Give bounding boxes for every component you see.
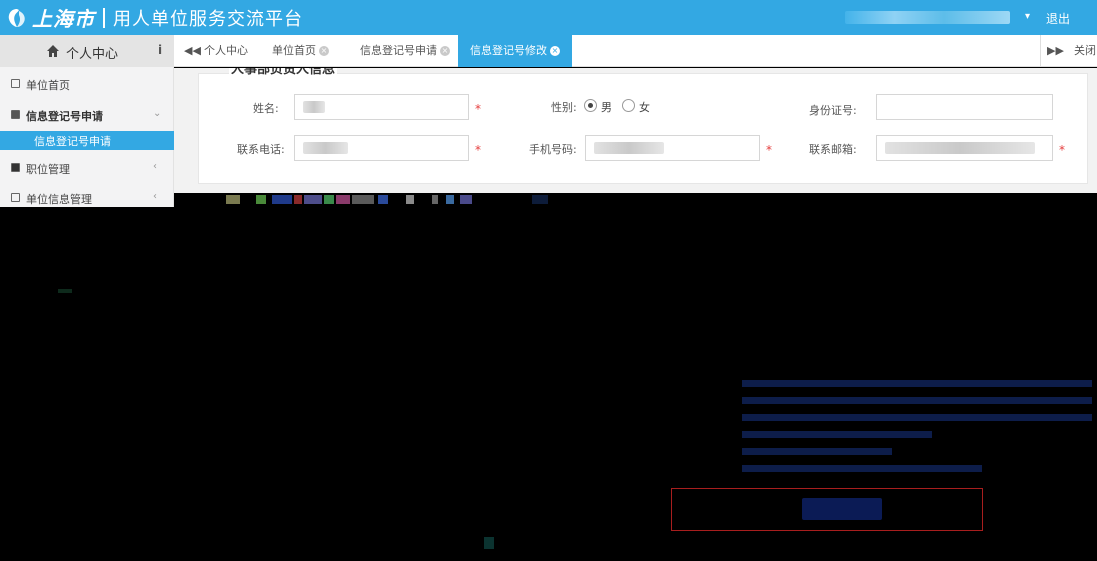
tab-info-reg-modify[interactable]: 信息登记号修改 × xyxy=(458,35,572,67)
list-item xyxy=(742,392,1097,409)
obscured-content-area xyxy=(0,207,1097,561)
gender-female-radio[interactable] xyxy=(622,99,635,112)
phone-label: 联系电话: xyxy=(237,143,285,156)
gender-label: 性别: xyxy=(551,101,577,114)
mobile-value-blurred xyxy=(594,142,664,154)
list-item xyxy=(742,460,1097,477)
phone-value-blurred xyxy=(303,142,348,154)
phone-field[interactable] xyxy=(294,135,469,161)
required-mark: * xyxy=(1059,143,1065,157)
sidebar-item-label: 职位管理 xyxy=(26,163,70,176)
id-number-label: 身份证号: xyxy=(809,104,857,117)
sidebar-item-label: 信息登记号申请 xyxy=(26,110,103,123)
sidebar-item-label: 单位首页 xyxy=(26,79,70,92)
name-value-blurred xyxy=(303,101,325,113)
tab-personal-center[interactable]: 个人中心 xyxy=(204,35,248,67)
required-mark: * xyxy=(475,102,481,116)
list-item xyxy=(742,409,1097,426)
top-header: 上海市 用人单位服务交流平台 ▾ 退出 xyxy=(0,0,1097,35)
tab-bar: 个人中心 i ◀◀ 个人中心 单位首页 × 信息登记号申请 × 信息登记号修改 × ▶… xyxy=(0,35,1097,67)
obscured-upload-hint xyxy=(729,344,733,357)
sidebar-subitem-label: 信息登记号申请 xyxy=(34,135,111,148)
gender-female-label: 女 xyxy=(639,101,650,114)
close-all-tabs-button[interactable]: 关闭 xyxy=(1074,35,1096,67)
tab-info-reg-apply[interactable]: 信息登记号申请 × xyxy=(360,35,450,67)
chevron-left-icon: ‹ xyxy=(153,191,157,202)
tab-close-icon[interactable]: × xyxy=(440,46,450,56)
gender-male-label: 男 xyxy=(601,101,612,114)
tab-label: 信息登记号申请 xyxy=(360,44,437,57)
sidebar: 单位首页 信息登记号申请 ⌄ 信息登记号申请 职位管理 ‹ 单位信息管理 ‹ xyxy=(0,67,174,207)
tab-close-icon[interactable]: × xyxy=(319,46,329,56)
email-field[interactable] xyxy=(876,135,1053,161)
tab-label: 个人中心 xyxy=(204,44,248,57)
name-label: 姓名: xyxy=(253,102,279,115)
panel-legend: 人事部负责人信息 xyxy=(229,68,338,78)
sidebar-item-info-reg[interactable]: 信息登记号申请 ⌄ xyxy=(0,100,174,130)
checkbox-icon xyxy=(11,163,20,172)
hr-contact-panel: 人事部负责人信息 姓名: * 性别: 男 女 身份证号: 联系电话: * 手机号… xyxy=(198,68,1088,184)
obscured-instruction-list xyxy=(742,375,1097,477)
upload-button[interactable] xyxy=(802,498,882,520)
obscured-notice-text xyxy=(8,409,12,422)
list-item xyxy=(742,426,1097,443)
logout-link[interactable]: 退出 xyxy=(1046,10,1070,27)
logo-city-name: 上海市 xyxy=(32,7,95,31)
site-logo[interactable]: 上海市 用人单位服务交流平台 xyxy=(6,5,303,31)
tab-label: 单位首页 xyxy=(272,44,316,57)
obscured-notice-text xyxy=(8,354,12,367)
site-title: 用人单位服务交流平台 xyxy=(113,8,303,30)
sidebar-header-label: 个人中心 xyxy=(66,47,119,62)
email-value-blurred xyxy=(885,142,1035,154)
required-mark: * xyxy=(766,143,772,157)
render-artifact-strip xyxy=(174,193,1097,207)
sidebar-item-unit-home[interactable]: 单位首页 xyxy=(0,69,174,99)
name-field[interactable] xyxy=(294,94,469,120)
required-mark: * xyxy=(475,143,481,157)
tab-scroll-right-icon[interactable]: ▶▶ xyxy=(1040,35,1070,67)
chevron-down-icon: ⌄ xyxy=(153,108,162,119)
tab-unit-home[interactable]: 单位首页 × xyxy=(272,35,329,67)
main-content: 人事部负责人信息 姓名: * 性别: 男 女 身份证号: 联系电话: * 手机号… xyxy=(174,68,1097,207)
home-icon xyxy=(47,45,59,57)
gender-male-radio[interactable] xyxy=(584,99,597,112)
tab-label: 信息登记号修改 xyxy=(470,44,547,57)
tab-close-icon[interactable]: × xyxy=(550,46,560,56)
chevron-left-icon: ‹ xyxy=(153,161,157,172)
sidebar-header: 个人中心 i xyxy=(0,35,174,67)
logo-divider xyxy=(103,7,105,28)
mobile-label: 手机号码: xyxy=(529,143,577,156)
list-icon xyxy=(11,193,20,202)
user-name-blurred[interactable] xyxy=(845,11,1010,24)
shanghai-logo-icon xyxy=(6,7,28,29)
upload-area xyxy=(671,488,983,531)
id-number-field[interactable] xyxy=(876,94,1053,120)
sidebar-item-label: 单位信息管理 xyxy=(26,193,92,206)
list-item xyxy=(742,375,1097,392)
info-icon[interactable]: i xyxy=(158,43,162,57)
square-icon xyxy=(11,79,20,88)
tab-scroll-left-icon[interactable]: ◀◀ xyxy=(184,44,201,57)
sidebar-subitem-info-reg-apply[interactable]: 信息登记号申请 xyxy=(0,131,174,150)
book-icon xyxy=(11,110,20,119)
sidebar-item-job-management[interactable]: 职位管理 ‹ xyxy=(0,153,174,183)
artifact xyxy=(484,537,494,549)
list-item xyxy=(742,443,1097,460)
artifact xyxy=(58,289,72,293)
user-menu-caret-icon[interactable]: ▾ xyxy=(1025,11,1030,22)
mobile-field[interactable] xyxy=(585,135,760,161)
email-label: 联系邮箱: xyxy=(809,143,857,156)
